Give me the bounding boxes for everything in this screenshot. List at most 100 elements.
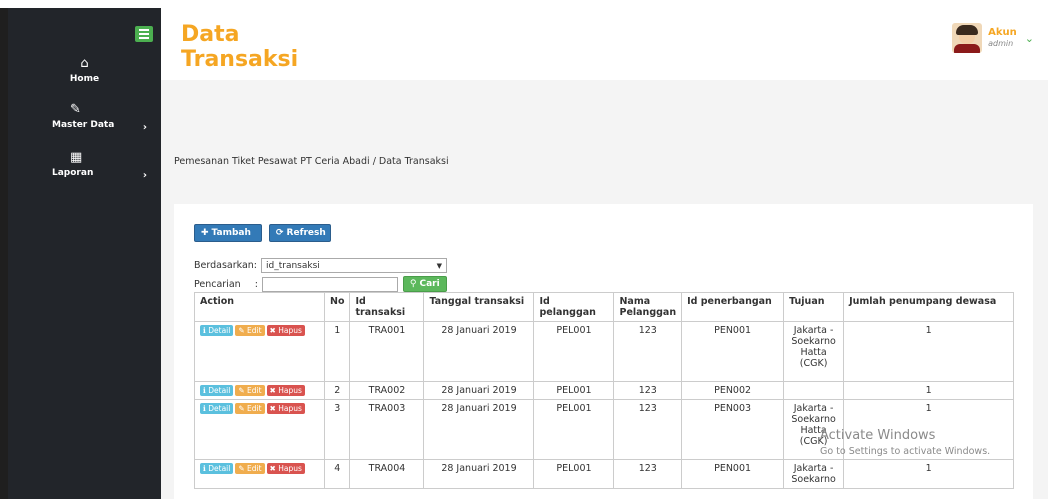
cell-tanggal: 28 Januari 2019 <box>423 321 535 382</box>
cell-no: 2 <box>323 381 351 400</box>
sidebar-item-home[interactable]: ⌂ Home <box>8 56 161 84</box>
table-row: ℹ Detail ✎ Edit ✖ Hapus 2 TRA002 28 Janu… <box>194 381 1015 400</box>
search-input[interactable] <box>261 276 398 292</box>
edit-button[interactable]: ✎ Edit <box>235 385 265 396</box>
sidebar-item-label: Laporan <box>52 168 94 178</box>
left-edge <box>0 8 8 499</box>
cell-id-pelanggan: PEL001 <box>533 459 615 489</box>
cell-id-transaksi: TRA003 <box>349 399 425 460</box>
menu-bar <box>139 29 149 31</box>
delete-button[interactable]: ✖ Hapus <box>266 463 305 474</box>
filter-by-row: Berdasarkan: id_transaksi ▼ <box>194 258 448 273</box>
sidebar: ⌂ Home ✎ Master Data › ▦ Laporan › <box>8 8 161 499</box>
account-info: Akun admin <box>988 27 1017 49</box>
column-header: Nama Pelanggan <box>613 292 683 322</box>
search-icon: ⚲ <box>409 279 417 289</box>
filter-by-value: id_transaksi <box>266 260 320 271</box>
activate-windows-watermark: Activate Windows <box>820 428 936 443</box>
action-cell: ℹ Detail ✎ Edit ✖ Hapus <box>194 381 325 400</box>
filter-by-select[interactable]: id_transaksi ▼ <box>261 258 448 273</box>
detail-button[interactable]: ℹ Detail <box>200 463 234 474</box>
edit-button[interactable]: ✎ Edit <box>235 463 265 474</box>
cell-dewasa: 1 <box>843 459 1015 489</box>
action-cell: ℹ Detail ✎ Edit ✖ Hapus <box>194 459 325 489</box>
menu-bar <box>139 33 149 35</box>
cell-nama: 123 <box>613 381 683 400</box>
cell-id-penerbangan: PEN001 <box>681 459 785 489</box>
search-button-label: Cari <box>419 279 440 289</box>
page-title: Data Transaksi <box>181 22 299 72</box>
cell-dewasa: 1 <box>843 381 1015 400</box>
calendar-icon: ▦ <box>70 150 83 165</box>
menu-toggle-button[interactable] <box>135 26 153 42</box>
cell-id-penerbangan: PEN001 <box>681 321 785 382</box>
cell-nama: 123 <box>613 399 683 460</box>
add-button[interactable]: ✚ Tambah <box>194 224 262 242</box>
cell-id-transaksi: TRA004 <box>349 459 425 489</box>
sidebar-item-master-data[interactable]: ✎ Master Data › <box>8 102 161 133</box>
delete-button[interactable]: ✖ Hapus <box>266 385 305 396</box>
cell-tanggal: 28 Januari 2019 <box>423 381 535 400</box>
chevron-down-icon: ⌄ <box>1024 31 1034 45</box>
column-header: Action <box>194 292 325 322</box>
detail-button[interactable]: ℹ Detail <box>200 325 234 336</box>
activate-windows-hint: Go to Settings to activate Windows. <box>820 446 991 457</box>
header: Data Transaksi Akun admin ⌄ <box>161 8 1048 80</box>
table-header-row: Action No Id transaksi Tanggal transaksi… <box>194 292 1015 322</box>
refresh-icon: ⟳ <box>276 228 284 238</box>
cell-no: 1 <box>323 321 351 382</box>
search-colon: : <box>254 278 258 290</box>
cell-tujuan: Jakarta - Soekarno <box>783 459 845 489</box>
column-header: Tujuan <box>783 292 845 322</box>
cell-dewasa: 1 <box>843 321 1015 382</box>
edit-button[interactable]: ✎ Edit <box>235 325 265 336</box>
menu-bar <box>139 37 149 39</box>
search-row: Pencarian : ⚲ Cari <box>194 276 447 292</box>
column-header: Id pelanggan <box>533 292 615 322</box>
edit-icon: ✎ <box>70 102 81 117</box>
transaction-table: Action No Id transaksi Tanggal transaksi… <box>194 292 1015 489</box>
detail-button[interactable]: ℹ Detail <box>200 403 234 414</box>
cell-no: 3 <box>323 399 351 460</box>
refresh-button[interactable]: ⟳ Refresh <box>269 224 331 242</box>
add-button-label: Tambah <box>211 228 251 238</box>
cell-nama: 123 <box>613 321 683 382</box>
chevron-right-icon: › <box>142 170 147 181</box>
top-band <box>0 0 1048 8</box>
action-cell: ℹ Detail ✎ Edit ✖ Hapus <box>194 321 325 382</box>
cell-tujuan <box>783 381 845 400</box>
chevron-right-icon: › <box>142 122 147 133</box>
cell-id-pelanggan: PEL001 <box>533 381 615 400</box>
column-header: Id penerbangan <box>681 292 785 322</box>
sidebar-item-label: Master Data <box>52 120 115 130</box>
breadcrumb: Pemesanan Tiket Pesawat PT Ceria Abadi /… <box>174 156 449 167</box>
cell-id-penerbangan: PEN003 <box>681 399 785 460</box>
sidebar-item-label: Home <box>69 74 100 84</box>
account-menu[interactable]: Akun admin ⌄ <box>952 23 1034 53</box>
search-label: Pencarian <box>194 278 241 290</box>
refresh-button-label: Refresh <box>286 228 326 238</box>
delete-button[interactable]: ✖ Hapus <box>266 325 305 336</box>
sidebar-item-laporan[interactable]: ▦ Laporan › <box>8 150 161 181</box>
cell-tanggal: 28 Januari 2019 <box>423 399 535 460</box>
cell-tujuan: Jakarta - Soekarno Hatta (CGK) <box>783 321 845 382</box>
column-header: Id transaksi <box>349 292 425 322</box>
column-header: No <box>323 292 351 322</box>
home-icon: ⌂ <box>80 56 89 71</box>
cell-nama: 123 <box>613 459 683 489</box>
cell-tanggal: 28 Januari 2019 <box>423 459 535 489</box>
delete-button[interactable]: ✖ Hapus <box>266 403 305 414</box>
cell-no: 4 <box>323 459 351 489</box>
account-name: Akun <box>988 27 1017 38</box>
table-row: ℹ Detail ✎ Edit ✖ Hapus 4 TRA004 28 Janu… <box>194 459 1015 489</box>
edit-button[interactable]: ✎ Edit <box>235 403 265 414</box>
cell-id-penerbangan: PEN002 <box>681 381 785 400</box>
cell-id-pelanggan: PEL001 <box>533 399 615 460</box>
plus-icon: ✚ <box>201 228 209 238</box>
cell-id-transaksi: TRA001 <box>349 321 425 382</box>
detail-button[interactable]: ℹ Detail <box>200 385 234 396</box>
account-role: admin <box>988 39 1014 48</box>
action-cell: ℹ Detail ✎ Edit ✖ Hapus <box>194 399 325 460</box>
chevron-down-icon: ▼ <box>436 261 443 270</box>
search-button[interactable]: ⚲ Cari <box>402 276 447 292</box>
